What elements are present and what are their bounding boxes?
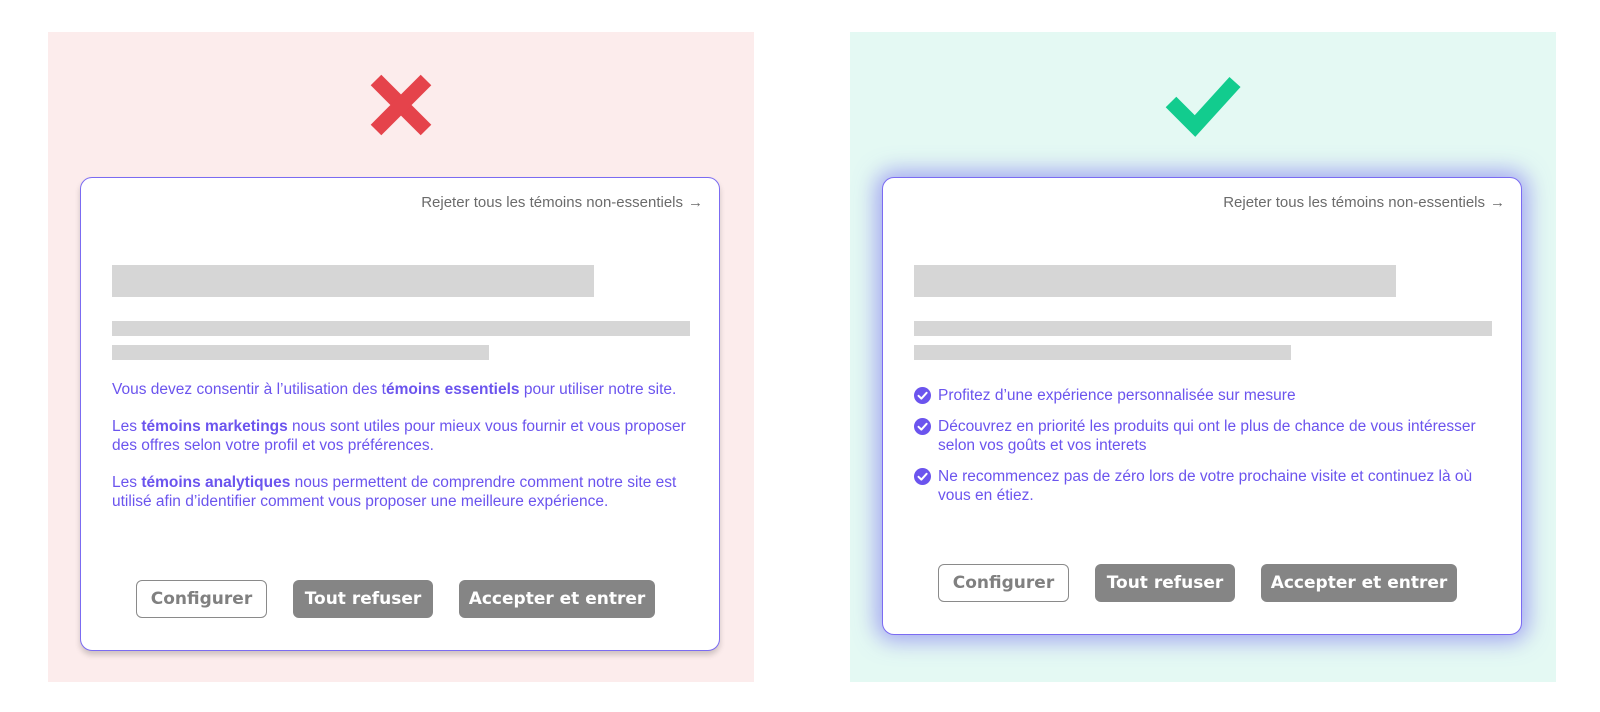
cookie-consent-dialog: Rejeter tous les témoins non-essentiels →… <box>80 177 720 651</box>
text-placeholder-line <box>914 321 1492 336</box>
paragraph-emphasis: témoins marketings <box>141 418 288 435</box>
good-example-panel: Rejeter tous les témoins non-essentiels →… <box>850 32 1556 682</box>
text-placeholder-line <box>914 345 1291 360</box>
paragraph-emphasis: témoins analytiques <box>141 474 291 491</box>
accept-and-enter-button[interactable]: Accepter et entrer <box>459 580 655 618</box>
bad-example-panel: Rejeter tous les témoins non-essentiels →… <box>48 32 754 682</box>
arrow-right-icon: → <box>688 194 703 211</box>
reject-non-essential-link[interactable]: Rejeter tous les témoins non-essentiels → <box>1223 194 1505 211</box>
red-cross-icon <box>370 74 432 136</box>
paragraph-text: Vous devez consentir à l’utilisation des… <box>112 381 386 398</box>
paragraph-text: pour utiliser notre site. <box>519 381 677 398</box>
analytics-cookies-paragraph: Les témoins analytiques nous permettent … <box>112 473 692 511</box>
cookie-consent-dialog: Rejeter tous les témoins non-essentiels →… <box>882 177 1522 635</box>
reject-non-essential-link[interactable]: Rejeter tous les témoins non-essentiels → <box>421 194 703 211</box>
check-circle-icon <box>914 468 931 485</box>
text-placeholder-line <box>112 345 489 360</box>
benefit-text: Profitez d’une expérience personnalisée … <box>938 387 1296 404</box>
benefits-list: Profitez d’une expérience personnalisée … <box>914 386 1494 517</box>
text-placeholder-line <box>112 321 690 336</box>
list-item: Ne recommencez pas de zéro lors de votre… <box>914 467 1494 505</box>
benefit-text: Découvrez en priorité les produits qui o… <box>938 418 1476 454</box>
green-check-icon <box>1165 76 1241 137</box>
accept-and-enter-button[interactable]: Accepter et entrer <box>1261 564 1457 602</box>
check-circle-icon <box>914 418 931 435</box>
configure-button[interactable]: Configurer <box>938 564 1069 602</box>
marketing-cookies-paragraph: Les témoins marketings nous sont utiles … <box>112 417 692 455</box>
refuse-all-button[interactable]: Tout refuser <box>293 580 433 618</box>
arrow-right-icon: → <box>1490 194 1505 211</box>
list-item: Découvrez en priorité les produits qui o… <box>914 417 1494 455</box>
reject-link-label: Rejeter tous les témoins non-essentiels <box>1223 194 1485 211</box>
refuse-all-button[interactable]: Tout refuser <box>1095 564 1235 602</box>
paragraph-text: Les <box>112 474 142 491</box>
paragraph-emphasis: émoins essentiels <box>386 381 520 398</box>
benefit-text: Ne recommencez pas de zéro lors de votre… <box>938 468 1473 504</box>
reject-link-label: Rejeter tous les témoins non-essentiels <box>421 194 683 211</box>
consent-explanation: Vous devez consentir à l’utilisation des… <box>112 380 692 529</box>
title-placeholder <box>914 265 1396 297</box>
paragraph-text: Les <box>112 418 142 435</box>
essential-cookies-paragraph: Vous devez consentir à l’utilisation des… <box>112 380 692 399</box>
check-circle-icon <box>914 387 931 404</box>
title-placeholder <box>112 265 594 297</box>
list-item: Profitez d’une expérience personnalisée … <box>914 386 1494 405</box>
configure-button[interactable]: Configurer <box>136 580 267 618</box>
